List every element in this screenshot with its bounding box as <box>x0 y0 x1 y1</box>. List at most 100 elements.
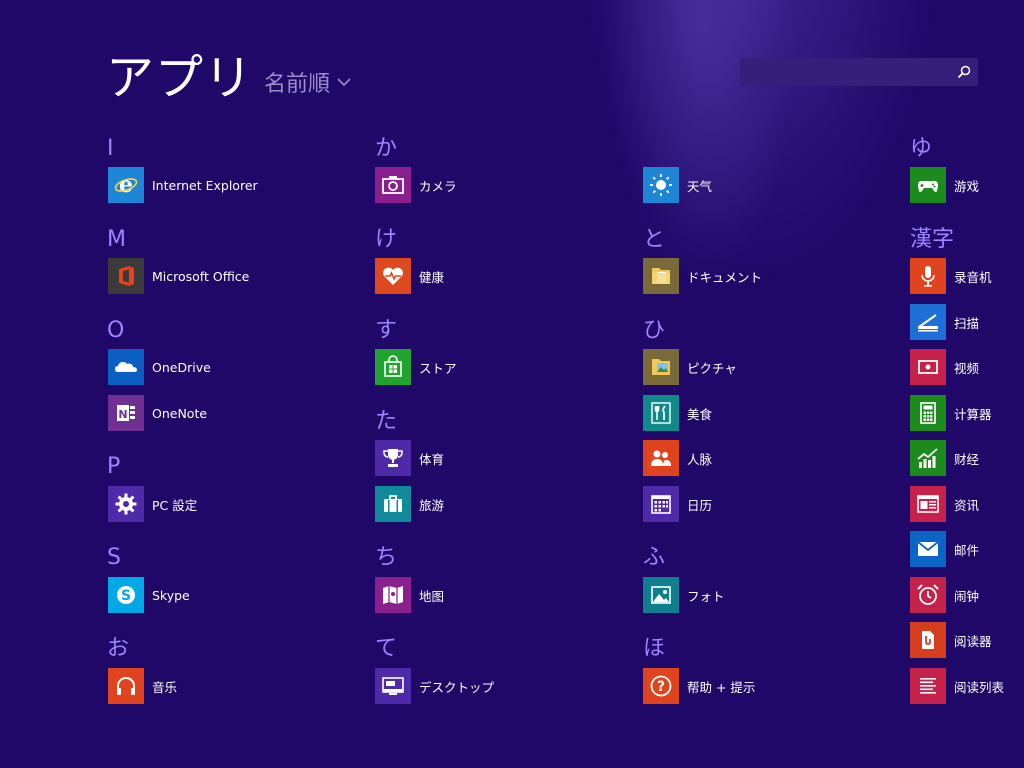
search-input[interactable] <box>740 58 966 86</box>
app-label: フォト <box>687 588 725 604</box>
heart-icon <box>375 258 411 294</box>
app-label: 录音机 <box>954 269 992 285</box>
app-health[interactable]: 健康 <box>375 258 444 294</box>
group-letter-te: て <box>375 636 398 661</box>
app-mail[interactable]: 邮件 <box>910 531 979 567</box>
app-weather[interactable]: 天气 <box>643 167 712 203</box>
alarm-icon <box>910 577 946 613</box>
app-games[interactable]: 游戏 <box>910 167 979 203</box>
app-label: PC 設定 <box>152 497 198 513</box>
app-pc-settings[interactable]: PC 設定 <box>108 486 197 522</box>
app-label: 人脉 <box>687 451 713 467</box>
app-label: 计算器 <box>954 406 992 422</box>
svg-text:e: e <box>119 173 133 197</box>
app-label: ピクチャ <box>687 360 737 376</box>
app-label: 美食 <box>687 406 713 422</box>
app-onedrive[interactable]: OneDrive <box>108 349 211 385</box>
app-alarms[interactable]: 闹钟 <box>910 577 979 613</box>
people-icon <box>643 440 679 476</box>
svg-text:N: N <box>118 408 127 421</box>
app-voice-recorder[interactable]: 录音机 <box>910 258 992 294</box>
app-camera[interactable]: カメラ <box>375 167 457 203</box>
group-letter-yu: ゆ <box>910 136 933 161</box>
app-desktop[interactable]: デスクトップ <box>375 668 494 704</box>
app-people[interactable]: 人脉 <box>643 440 712 476</box>
app-help-tips[interactable]: ? 帮助 + 提示 <box>643 668 755 704</box>
app-label: Internet Explorer <box>152 177 258 193</box>
app-label: ドキュメント <box>687 269 763 285</box>
app-calculator[interactable]: 计算器 <box>910 395 992 431</box>
app-video[interactable]: 视频 <box>910 349 979 385</box>
app-photos[interactable]: フォト <box>643 577 725 613</box>
app-label: カメラ <box>419 178 457 194</box>
group-letter-i: I <box>107 136 114 161</box>
app-label: 视频 <box>954 360 980 376</box>
scanner-icon <box>910 304 946 340</box>
app-calendar[interactable]: 日历 <box>643 486 712 522</box>
app-label: デスクトップ <box>419 679 495 695</box>
app-label: Microsoft Office <box>152 268 250 284</box>
app-label: 扫描 <box>954 315 980 331</box>
app-label: 旅游 <box>419 497 445 513</box>
calendar-icon <box>643 486 679 522</box>
reader-icon <box>910 622 946 658</box>
app-label: OneDrive <box>152 359 211 375</box>
microphone-icon <box>910 258 946 294</box>
app-label: 阅读列表 <box>954 679 1005 695</box>
app-skype[interactable]: S Skype <box>108 577 190 613</box>
app-documents[interactable]: ドキュメント <box>643 258 762 294</box>
app-label: 体育 <box>419 451 445 467</box>
suitcase-icon <box>375 486 411 522</box>
app-sports[interactable]: 体育 <box>375 440 444 476</box>
search-box[interactable] <box>740 58 978 86</box>
app-microsoft-office[interactable]: Microsoft Office <box>108 258 249 294</box>
group-letter-o: O <box>107 318 125 343</box>
app-label: 财经 <box>954 451 980 467</box>
app-label: 地图 <box>419 588 445 604</box>
sort-dropdown[interactable]: 名前順 <box>264 66 352 98</box>
group-letter-chi: ち <box>375 545 398 570</box>
app-food[interactable]: 美食 <box>643 395 712 431</box>
group-letter-to: と <box>643 227 666 252</box>
cutlery-icon <box>643 395 679 431</box>
chart-icon <box>910 440 946 476</box>
pictures-folder-icon <box>643 349 679 385</box>
app-label: OneNote <box>152 405 208 421</box>
app-label: 日历 <box>687 497 713 513</box>
svg-text:?: ? <box>657 679 665 695</box>
gamepad-icon <box>910 167 946 203</box>
cloud-icon <box>108 349 144 385</box>
app-music[interactable]: 音乐 <box>108 668 177 704</box>
trophy-icon <box>375 440 411 476</box>
onenote-icon: N <box>108 395 144 431</box>
folder-icon <box>643 258 679 294</box>
list-icon <box>910 668 946 704</box>
app-onenote[interactable]: N OneNote <box>108 395 207 431</box>
app-scan[interactable]: 扫描 <box>910 304 979 340</box>
group-letter-fu: ふ <box>643 545 666 570</box>
headphones-icon <box>108 668 144 704</box>
app-reader[interactable]: 阅读器 <box>910 622 992 658</box>
news-icon <box>910 486 946 522</box>
skype-icon: S <box>108 577 144 613</box>
sun-icon <box>643 167 679 203</box>
app-label: 资讯 <box>954 497 980 513</box>
app-label: 阅读器 <box>954 633 992 649</box>
group-letter-o-kana: お <box>107 636 130 661</box>
page-title: アプリ <box>106 50 254 106</box>
store-icon <box>375 349 411 385</box>
svg-text:S: S <box>121 588 131 604</box>
photo-icon <box>643 577 679 613</box>
app-travel[interactable]: 旅游 <box>375 486 444 522</box>
question-icon: ? <box>643 668 679 704</box>
mail-icon <box>910 531 946 567</box>
app-internet-explorer[interactable]: e Internet Explorer <box>108 167 258 203</box>
group-letter-ka: か <box>375 136 398 161</box>
app-reading-list[interactable]: 阅读列表 <box>910 668 1004 704</box>
app-pictures[interactable]: ピクチャ <box>643 349 737 385</box>
app-label: 健康 <box>419 269 445 285</box>
app-store[interactable]: ストア <box>375 349 457 385</box>
app-finance[interactable]: 财经 <box>910 440 979 476</box>
app-news[interactable]: 资讯 <box>910 486 979 522</box>
app-maps[interactable]: 地图 <box>375 577 444 613</box>
